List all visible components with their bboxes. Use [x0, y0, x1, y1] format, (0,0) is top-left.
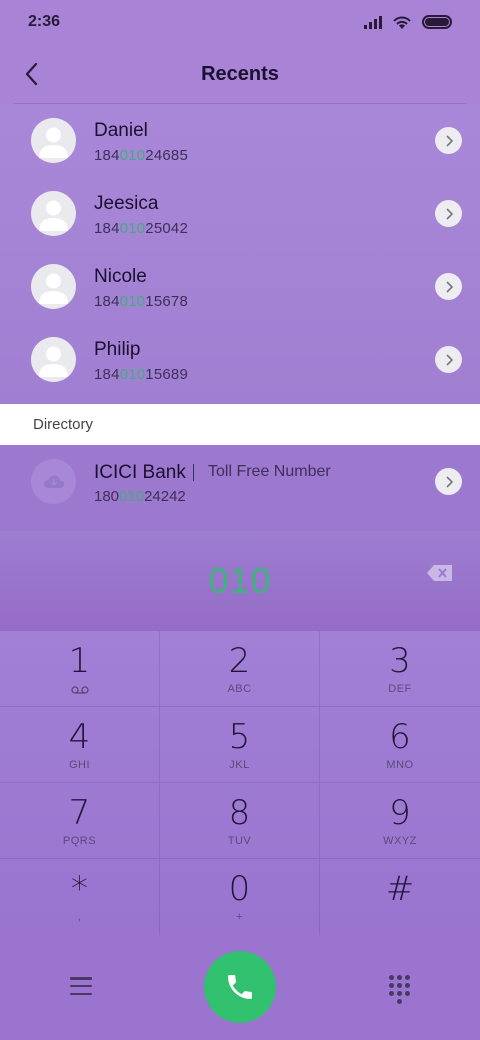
header: Recents [0, 44, 480, 104]
key-letters: MNO [386, 759, 414, 771]
key-digit: 1 [68, 641, 91, 681]
key-letters: ABC [227, 683, 252, 695]
contact-name: Nicole [94, 266, 147, 287]
key-digit: 6 [389, 717, 411, 757]
key-hash[interactable]: # [320, 859, 480, 935]
key-2[interactable]: 2 ABC [160, 631, 320, 707]
key-letters: , [77, 911, 82, 923]
status-icons [364, 15, 452, 30]
key-letters: + [236, 911, 243, 923]
dialed-number: 010 [208, 560, 272, 601]
contact-detail-button[interactable] [435, 273, 462, 300]
directory-separator [193, 464, 194, 481]
directory-tag: Toll Free Number [208, 463, 331, 480]
key-digit: 2 [228, 641, 251, 681]
contact-row-jeesica[interactable]: Jeesica 18401025042 [0, 177, 480, 250]
key-digit: 9 [389, 793, 411, 833]
contact-number: 18401015689 [94, 366, 188, 383]
contact-row-daniel[interactable]: Daniel 18401024685 [0, 104, 480, 177]
dial-display: 010 [0, 531, 480, 631]
key-4[interactable]: 4 GHI [0, 707, 160, 783]
key-0[interactable]: 0 + [160, 859, 320, 935]
key-8[interactable]: 8 TUV [160, 783, 320, 859]
key-digit: # [385, 869, 415, 909]
directory-number: 18001024242 [94, 488, 186, 505]
chevron-right-icon [445, 280, 453, 293]
key-digit: 0 [228, 869, 251, 909]
key-letters: JKL [229, 759, 250, 771]
contact-row-philip[interactable]: Philip 18401015689 [0, 323, 480, 396]
directory-name: ICICI Bank [94, 462, 186, 483]
back-arrow-icon [25, 62, 38, 86]
chevron-right-icon [445, 134, 453, 147]
backspace-button[interactable] [426, 563, 454, 583]
key-digit: * [71, 869, 88, 909]
key-digit: 3 [389, 641, 411, 681]
status-time: 2:36 [28, 13, 61, 30]
dialpad-icon [388, 975, 394, 980]
dialpad-toggle-button[interactable] [388, 975, 410, 1004]
signal-icon [364, 15, 382, 29]
backspace-icon [427, 565, 452, 581]
key-letters: TUV [227, 835, 252, 847]
contact-avatar-icon [31, 264, 76, 309]
contact-row-nicole[interactable]: Nicole 18401015678 [0, 250, 480, 323]
menu-button[interactable] [68, 973, 94, 999]
contact-name: Daniel [94, 120, 148, 141]
directory-section-header: Directory [0, 404, 480, 445]
contact-number: 18401024685 [94, 147, 188, 164]
contact-name: Jeesica [94, 193, 159, 214]
key-3[interactable]: 3 DEF [320, 631, 480, 707]
contact-detail-button[interactable] [435, 346, 462, 373]
cloud-icon [31, 459, 76, 504]
battery-icon [422, 15, 452, 29]
call-button[interactable] [204, 951, 276, 1023]
contact-avatar-icon [31, 118, 76, 163]
wifi-icon [393, 16, 411, 29]
contact-detail-button[interactable] [435, 200, 462, 227]
contact-number: 18401025042 [94, 220, 188, 237]
key-letters: PQRS [62, 835, 97, 847]
key-5[interactable]: 5 JKL [160, 707, 320, 783]
recents-list: Daniel 18401024685 Jeesica 18401025042 N… [0, 104, 480, 404]
key-digit: 7 [68, 793, 91, 833]
key-letters: DEF [388, 683, 412, 695]
contact-avatar-icon [31, 191, 76, 236]
bottom-bar [0, 935, 480, 1040]
key-1[interactable]: 1 [0, 631, 160, 707]
key-digit: 4 [68, 717, 91, 757]
chevron-right-icon [445, 475, 453, 488]
key-letters: GHI [68, 759, 91, 771]
key-star[interactable]: * , [0, 859, 160, 935]
page-title: Recents [201, 62, 279, 85]
contact-detail-button[interactable] [435, 127, 462, 154]
key-9[interactable]: 9 WXYZ [320, 783, 480, 859]
back-button[interactable] [14, 56, 50, 92]
chevron-right-icon [445, 353, 453, 366]
key-6[interactable]: 6 MNO [320, 707, 480, 783]
directory-row-icici[interactable]: ICICI Bank Toll Free Number 18001024242 [0, 445, 480, 531]
chevron-right-icon [445, 207, 453, 220]
directory-detail-button[interactable] [435, 468, 462, 495]
menu-icon [70, 977, 92, 980]
keypad: 1 2 ABC 3 DEF 4 GHI 5 JKL 6 MNO 7 PQRS 8… [0, 631, 480, 935]
key-digit: 5 [228, 717, 251, 757]
directory-title: Directory [33, 416, 94, 433]
key-letters: WXYZ [383, 835, 417, 847]
key-digit: 8 [228, 793, 251, 833]
status-bar: 2:36 [0, 0, 480, 44]
phone-icon [228, 975, 252, 999]
contact-number: 18401015678 [94, 293, 188, 310]
voicemail-icon [70, 686, 89, 694]
key-7[interactable]: 7 PQRS [0, 783, 160, 859]
contact-avatar-icon [31, 337, 76, 382]
contact-name: Philip [94, 339, 141, 360]
